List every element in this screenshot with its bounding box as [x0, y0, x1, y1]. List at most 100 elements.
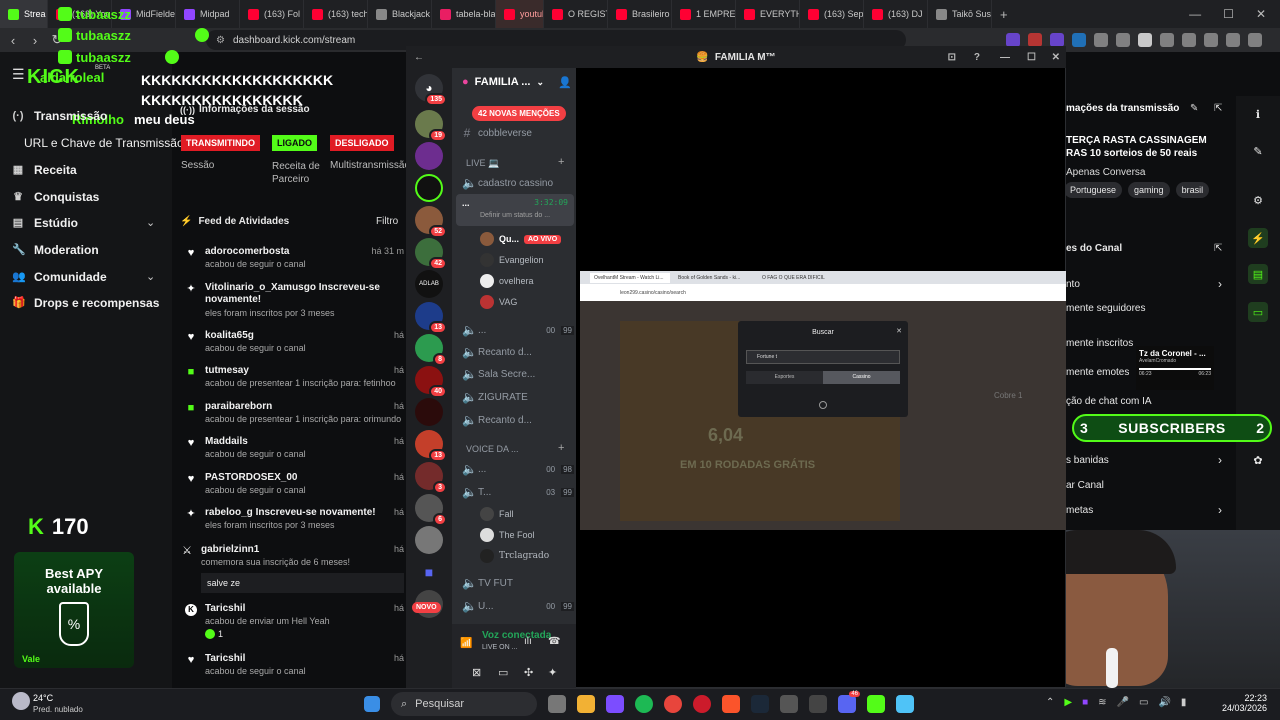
- extension-icon[interactable]: [1182, 33, 1196, 47]
- help-icon[interactable]: ?: [974, 52, 980, 63]
- server-icon[interactable]: [415, 174, 443, 202]
- mini-player[interactable]: Tz da Coronel - ... AvelamCromado 06:23 …: [1136, 346, 1214, 390]
- category-header[interactable]: LIVE 💻: [466, 158, 499, 169]
- voice-channel[interactable]: 🔈 Recanto d...: [462, 413, 574, 427]
- mic-icon[interactable]: 🎤: [1117, 697, 1129, 708]
- taskbar-search[interactable]: ⌕ Pesquisar: [391, 692, 537, 716]
- browser-tab[interactable]: (163) Sep: [800, 0, 864, 28]
- extension-icon[interactable]: [1028, 33, 1042, 47]
- browser-tab[interactable]: Strea: [0, 0, 48, 28]
- extension-icon[interactable]: [1072, 33, 1086, 47]
- add-channel-icon[interactable]: +: [558, 156, 564, 168]
- server-icon[interactable]: [415, 142, 443, 170]
- disconnect-icon[interactable]: ☎: [548, 636, 560, 647]
- popout-icon[interactable]: ⇱: [1214, 243, 1222, 254]
- extension-icon[interactable]: [1094, 33, 1108, 47]
- gear-icon[interactable]: ⚙: [1248, 190, 1268, 210]
- server-icon[interactable]: 19: [415, 110, 447, 142]
- pencil-icon[interactable]: ✎: [1248, 141, 1268, 161]
- site-info-icon[interactable]: ⚙: [216, 35, 225, 46]
- server-icon[interactable]: 8: [415, 334, 447, 366]
- voice-channel[interactable]: 🔈 Recanto d...: [462, 345, 574, 359]
- chevron-down-icon[interactable]: ⌄: [146, 270, 155, 283]
- voice-user[interactable]: Qu... AO VIVO: [480, 232, 574, 246]
- voice-channel[interactable]: 🔈 cadastro cassino: [462, 176, 574, 190]
- extension-icon[interactable]: [1226, 33, 1240, 47]
- popout-icon[interactable]: ⇱: [1214, 103, 1222, 114]
- tag[interactable]: Portuguese: [1064, 182, 1123, 198]
- browser-tab[interactable]: tabela-bla: [432, 0, 496, 28]
- minimize-icon[interactable]: —: [1189, 7, 1201, 21]
- close-icon[interactable]: ✕: [896, 327, 902, 335]
- channel-row[interactable]: mente emotes: [1066, 367, 1129, 378]
- promo-card[interactable]: Best APY available % Vale: [14, 552, 134, 668]
- browser-tab[interactable]: youtube: [496, 0, 544, 28]
- nav-comunidade[interactable]: 👥 Comunidade: [12, 270, 107, 284]
- tag[interactable]: gaming: [1128, 182, 1170, 198]
- channel-row[interactable]: ção de chat com IA: [1066, 396, 1152, 407]
- notepad-icon[interactable]: [896, 695, 914, 713]
- noise-icon[interactable]: ılı: [524, 636, 532, 647]
- kick-tray-icon[interactable]: ▶: [1064, 697, 1072, 708]
- nav-transmissao[interactable]: (·) Transmissão: [12, 109, 108, 123]
- activities-icon[interactable]: ✣: [524, 666, 533, 679]
- new-tab-button[interactable]: +: [1000, 7, 1008, 22]
- spotify-icon[interactable]: [635, 695, 653, 713]
- feed-filter-button[interactable]: Filtro: [376, 216, 398, 227]
- chevron-right-icon[interactable]: ›: [1218, 453, 1222, 467]
- server-header[interactable]: ● FAMILIA ... ⌄: [462, 76, 544, 88]
- task-view-icon[interactable]: [548, 695, 566, 713]
- nav-conquistas[interactable]: ♛ Conquistas: [12, 190, 99, 204]
- info-icon[interactable]: ℹ: [1248, 104, 1268, 124]
- voice-user[interactable]: ovelhera: [480, 274, 574, 288]
- server-icon[interactable]: 13: [415, 302, 447, 334]
- browser-tab[interactable]: 1 EMPRES: [672, 0, 736, 28]
- chevron-right-icon[interactable]: ›: [1218, 277, 1222, 291]
- mentions-banner[interactable]: 42 NOVAS MENÇÕES: [472, 106, 566, 121]
- voice-channel[interactable]: 🔈... 00 99: [462, 323, 574, 337]
- channel-row[interactable]: ar Canal: [1066, 480, 1104, 491]
- nav-receita[interactable]: ▦ Receita: [12, 163, 77, 177]
- server-icon[interactable]: 13: [415, 430, 447, 462]
- forward-icon[interactable]: ›: [26, 31, 44, 49]
- voice-user[interactable]: The Fool: [480, 528, 574, 542]
- voice-user[interactable]: Evangelion: [480, 253, 574, 267]
- opera-icon[interactable]: [693, 695, 711, 713]
- voice-channel[interactable]: 🔈 TV FUT: [462, 576, 574, 590]
- steam-icon[interactable]: [751, 695, 769, 713]
- browser-tab[interactable]: O REGIST: [544, 0, 608, 28]
- browser-tab[interactable]: Taikō Sus: [928, 0, 992, 28]
- server-icon[interactable]: ADLAB: [415, 270, 443, 298]
- tab-esportes[interactable]: Esportes: [746, 371, 823, 384]
- app-icon[interactable]: [606, 695, 624, 713]
- nav-url-chave[interactable]: URL e Chave de Transmissão: [24, 136, 184, 150]
- server-icon[interactable]: 52: [415, 206, 447, 238]
- back-icon[interactable]: ‹: [4, 31, 22, 49]
- voice-channel[interactable]: 🔈 U... 00 99: [462, 599, 574, 613]
- browser-tab[interactable]: (163) tech: [304, 0, 368, 28]
- soundboard-icon[interactable]: ✦: [548, 666, 557, 679]
- active-voice-channel[interactable]: ... 3:32:09 Definir um status do ...: [456, 194, 574, 226]
- voice-channel[interactable]: 🔈 Sala Secre...: [462, 367, 574, 381]
- network-icon[interactable]: ▭: [1139, 697, 1148, 708]
- voice-user[interactable]: Fall: [480, 507, 574, 521]
- bolt-icon[interactable]: ⚡: [1248, 228, 1268, 248]
- chevron-up-icon[interactable]: ⌃: [1046, 697, 1054, 708]
- palette-icon[interactable]: ✿: [1248, 450, 1268, 470]
- extension-icon[interactable]: [1248, 33, 1262, 47]
- add-user-icon[interactable]: 👤: [558, 76, 572, 89]
- server-icon[interactable]: 6: [415, 494, 447, 526]
- chevron-right-icon[interactable]: ›: [1218, 503, 1222, 517]
- tag[interactable]: brasil: [1175, 182, 1210, 198]
- wifi-icon[interactable]: ≋: [1098, 697, 1106, 708]
- voice-channel[interactable]: 🔈... 00 98: [462, 462, 574, 476]
- battery-icon[interactable]: ▮: [1181, 697, 1187, 708]
- server-icon[interactable]: 40: [415, 366, 447, 398]
- doc-icon[interactable]: ▤: [1248, 264, 1268, 284]
- inbox-icon[interactable]: ⊡: [948, 52, 956, 63]
- camera-off-icon[interactable]: ⊠: [472, 666, 481, 679]
- discord-icon[interactable]: 46: [838, 691, 860, 713]
- channel-row[interactable]: mente inscritos: [1066, 338, 1133, 349]
- extension-icon[interactable]: [1138, 33, 1152, 47]
- add-channel-icon[interactable]: +: [558, 442, 564, 454]
